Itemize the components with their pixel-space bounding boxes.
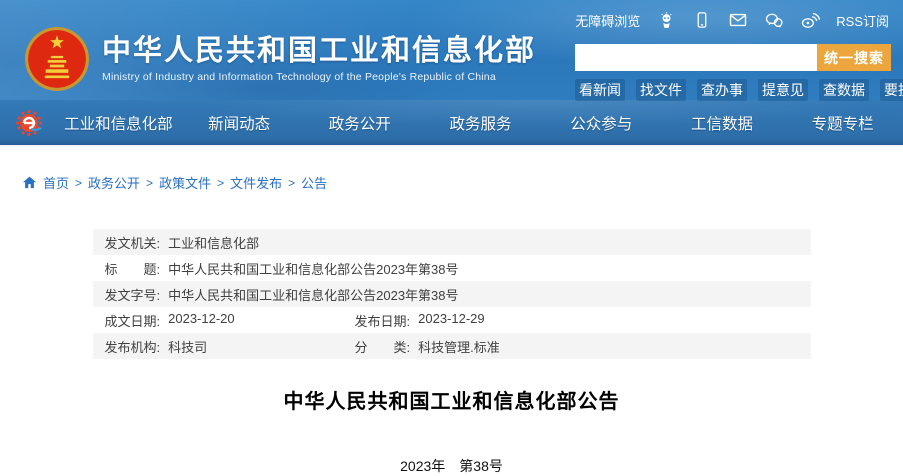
site-subtitle: Ministry of Industry and Information Tec…	[102, 71, 496, 84]
meta-label: 发布日期:	[354, 313, 411, 329]
meta-label: 发布机构:	[104, 339, 161, 355]
breadcrumb-separator: >	[288, 175, 296, 190]
breadcrumb-policy-files[interactable]: 政策文件	[159, 173, 211, 192]
meta-value: 工业和信息化部	[168, 235, 260, 251]
quick-links: 看新闻 找文件 查办事 提意见 查数据 要投诉	[575, 79, 903, 101]
meta-row-issuing-agency: 发文机关: 工业和信息化部	[92, 229, 811, 255]
document-title: 中华人民共和国工业和信息化部公告	[283, 391, 620, 413]
meta-value: 科技司	[168, 339, 208, 355]
gov-e-logo-icon	[16, 109, 42, 136]
nav-items: 工业和信息化部 新闻动态 政务公开 政务服务 公众参与 工信数据 专题专栏	[58, 112, 903, 134]
meta-row-publisher-category: 发布机构: 科技司 分 类: 科技管理.标准	[92, 333, 811, 359]
site-header: 无障碍浏览 RSS订阅 中华人民共和国工业和信息化部 Ministry of I…	[0, 0, 903, 101]
meta-label: 发文机关:	[104, 235, 161, 251]
meta-row-title: 标 题: 中华人民共和国工业和信息化部公告2023年第38号	[93, 255, 811, 281]
breadcrumb-separator: >	[146, 175, 154, 190]
rss-link[interactable]: RSS订阅	[836, 11, 889, 30]
meta-value: 2023-12-29	[418, 310, 485, 326]
meta-row-dates: 成文日期: 2023-12-20 发布日期: 2023-12-29	[93, 307, 811, 333]
nav-item-news[interactable]: 新闻动态	[179, 112, 300, 134]
quick-link-services[interactable]: 查办事	[697, 79, 747, 101]
breadcrumb-separator: >	[217, 175, 225, 190]
national-emblem	[25, 27, 89, 91]
meta-value: 科技管理.标准	[418, 339, 500, 355]
nav-item-gov-info[interactable]: 政务公开	[299, 112, 420, 134]
nav-item-data[interactable]: 工信数据	[662, 112, 783, 134]
utility-bar: 无障碍浏览 RSS订阅	[575, 10, 889, 30]
meta-row-doc-number: 发文字号: 中华人民共和国工业和信息化部公告2023年第38号	[92, 281, 811, 307]
breadcrumb-gov-info[interactable]: 政务公开	[88, 173, 140, 192]
search-area: 统一搜索 看新闻 找文件 查办事 提意见 查数据 要投诉	[575, 44, 903, 101]
quick-link-feedback[interactable]: 提意见	[758, 79, 808, 101]
site-title: 中华人民共和国工业和信息化部	[102, 34, 537, 67]
quick-link-news[interactable]: 看新闻	[575, 79, 625, 101]
breadcrumb-file-release[interactable]: 文件发布	[230, 173, 282, 192]
robot-icon[interactable]	[656, 10, 676, 30]
quick-link-data[interactable]: 查数据	[819, 79, 869, 101]
breadcrumb-home[interactable]: 首页	[43, 173, 69, 192]
nav-item-gov-services[interactable]: 政务服务	[420, 112, 541, 134]
quick-link-files[interactable]: 找文件	[636, 79, 686, 101]
meta-value: 2023-12-20	[168, 310, 235, 326]
accessibility-link[interactable]: 无障碍浏览	[575, 11, 640, 30]
wechat-icon[interactable]	[764, 10, 784, 30]
weibo-icon[interactable]	[800, 10, 821, 30]
nav-item-ministry[interactable]: 工业和信息化部	[58, 112, 179, 134]
breadcrumb-separator: >	[75, 175, 83, 190]
breadcrumb: 首页 > 政务公开 > 政策文件 > 文件发布 > 公告	[0, 147, 903, 192]
home-icon	[22, 176, 37, 189]
mobile-icon[interactable]	[692, 10, 712, 30]
breadcrumb-announcement[interactable]: 公告	[301, 173, 327, 192]
meta-label: 成文日期:	[104, 313, 161, 329]
unified-search-button[interactable]: 统一搜索	[817, 44, 891, 71]
main-navigation: 工业和信息化部 新闻动态 政务公开 政务服务 公众参与 工信数据 专题专栏	[0, 100, 903, 147]
nav-item-topics[interactable]: 专题专栏	[782, 112, 903, 134]
meta-label: 标 题:	[104, 261, 161, 277]
meta-value: 中华人民共和国工业和信息化部公告2023年第38号	[168, 261, 459, 277]
meta-label: 分 类:	[354, 339, 411, 355]
document-meta-table: 发文机关: 工业和信息化部 标 题: 中华人民共和国工业和信息化部公告2023年…	[92, 229, 811, 359]
meta-label: 发文字号:	[104, 287, 161, 303]
meta-value: 中华人民共和国工业和信息化部公告2023年第38号	[168, 287, 459, 303]
nav-item-participation[interactable]: 公众参与	[541, 112, 662, 134]
search-input[interactable]	[575, 44, 817, 71]
masthead: 中华人民共和国工业和信息化部 Ministry of Industry and …	[24, 26, 536, 92]
mail-icon[interactable]	[728, 10, 748, 30]
quick-link-complaint[interactable]: 要投诉	[880, 79, 903, 101]
document-number: 2023年 第38号	[400, 458, 503, 474]
